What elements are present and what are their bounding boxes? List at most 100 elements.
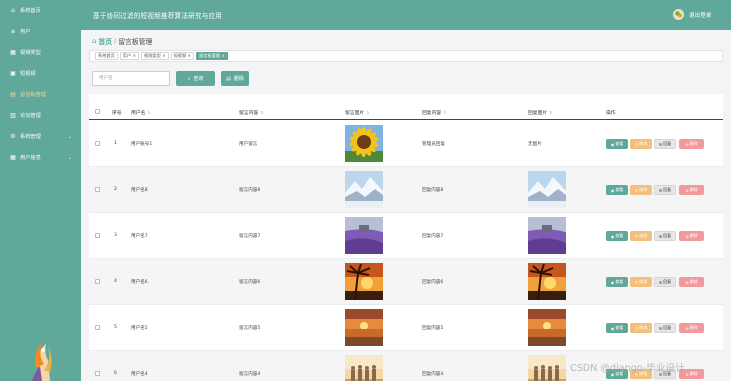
tag-tab[interactable]: 用户 × (119, 52, 139, 60)
reply-image[interactable] (528, 309, 566, 346)
home-icon: ⌂ (11, 6, 15, 14)
view-button[interactable]: ◉ 查看 (606, 277, 628, 287)
row-checkbox[interactable] (95, 371, 100, 376)
reply-icon: ✉ (658, 141, 663, 147)
reply-label: 回复 (663, 279, 672, 284)
sidebar-item[interactable]: ⌂ 系统首页 (0, 0, 81, 21)
sidebar-item[interactable]: ▤ 留言板管理 (0, 84, 81, 105)
reply-button[interactable]: ✉ 回复 (654, 277, 676, 287)
delete-button[interactable]: ⊗ 删除 (679, 323, 704, 333)
sidebar-item[interactable]: ▦ 用户信息 ⌄ (0, 147, 81, 168)
sort-icon: ⇅ (366, 110, 370, 115)
logout-link[interactable]: 退出登录 (689, 11, 711, 19)
edit-icon: ✎ (634, 141, 639, 147)
sidebar-item[interactable]: ▥ 论坛管理 (0, 105, 81, 126)
reply-image[interactable] (528, 263, 566, 300)
reply-icon: ✉ (658, 233, 663, 239)
row-username: 用户名7 (131, 234, 148, 239)
reply-label: 回复 (663, 187, 672, 192)
search-button[interactable]: ⌕ 查询 (176, 71, 215, 86)
tag-tab[interactable]: 留言板管理 × (196, 52, 228, 60)
reply-label: 回复 (663, 233, 672, 238)
delete-button[interactable]: ⊗ 删除 (679, 185, 704, 195)
view-label: 查看 (615, 141, 624, 146)
reply-image[interactable] (528, 171, 566, 208)
row-checkbox[interactable] (95, 233, 100, 238)
header-image[interactable]: 留言图片 ⇅ (345, 109, 370, 116)
edit-button[interactable]: ✎ 修改 (630, 323, 652, 333)
view-button[interactable]: ◉ 查看 (606, 323, 628, 333)
delete-icon: ▤ (226, 75, 231, 82)
view-button[interactable]: ◉ 查看 (606, 139, 628, 149)
row-content: 留言内容6 (239, 280, 261, 285)
sidebar-item-label: 用户 (20, 29, 31, 35)
sidebar-item[interactable]: ⚙ 系统管理 ⌄ (0, 126, 81, 147)
batch-delete-button[interactable]: ▤ 删除 (221, 71, 249, 86)
tab-tags-bar: 系统首页 用户 × 视频类型 × 短视频 × 留言板管理 × (89, 50, 723, 62)
edit-label: 修改 (639, 233, 648, 238)
header-reply[interactable]: 回复内容 ⇅ (422, 109, 447, 116)
view-button[interactable]: ◉ 查看 (606, 231, 628, 241)
message-image[interactable] (345, 263, 383, 300)
sidebar-item-label: 留言板管理 (20, 92, 46, 98)
batch-delete-label: 删除 (233, 76, 244, 82)
tag-label: 视频类型 (144, 53, 161, 58)
close-icon: × (219, 53, 225, 58)
sidebar-item-label: 短视频 (20, 71, 36, 77)
row-username: 用户名4 (131, 372, 148, 377)
delete-label: 删除 (689, 141, 698, 146)
delete-label: 删除 (689, 325, 698, 330)
reply-button[interactable]: ✉ 回复 (654, 231, 676, 241)
row-content: 留言内容8 (239, 188, 261, 193)
row-checkbox[interactable] (95, 325, 100, 330)
breadcrumb-separator: / (114, 37, 117, 45)
message-image[interactable] (345, 309, 383, 346)
row-checkbox[interactable] (95, 187, 100, 192)
header-reply-image[interactable]: 回复图片 ⇅ (528, 109, 553, 116)
delete-button[interactable]: ⊗ 删除 (679, 231, 704, 241)
reply-button[interactable]: ✉ 回复 (654, 185, 676, 195)
breadcrumb-home[interactable]: 首页 (98, 36, 112, 46)
sort-icon: ⇅ (443, 110, 447, 115)
table-row: 2 用户名8 留言内容8 回复内容8 ◉ 查看 ✎ 修改 ✉ 回复 ⊗ 删除 (89, 167, 723, 213)
header-content[interactable]: 留言内容 ⇅ (239, 109, 264, 116)
message-image[interactable] (345, 217, 383, 254)
delete-button[interactable]: ⊗ 删除 (679, 139, 704, 149)
sidebar-item[interactable]: ▦ 视频类型 (0, 42, 81, 63)
reply-button[interactable]: ✉ 回复 (654, 323, 676, 333)
reply-image[interactable] (528, 355, 566, 381)
row-actions: ◉ 查看 ✎ 修改 ✉ 回复 ⊗ 删除 (606, 185, 704, 195)
reply-icon: ✉ (658, 325, 663, 331)
row-checkbox[interactable] (95, 141, 100, 146)
tag-tab[interactable]: 短视频 × (170, 52, 195, 60)
tag-label: 用户 (122, 53, 132, 58)
chevron-down-icon: ⌄ (67, 154, 72, 161)
avatar[interactable] (673, 9, 684, 20)
edit-button[interactable]: ✎ 修改 (630, 231, 652, 241)
edit-button[interactable]: ✎ 修改 (630, 139, 652, 149)
delete-button[interactable]: ⊗ 删除 (679, 277, 704, 287)
reply-image[interactable] (528, 217, 566, 254)
close-icon: × (160, 53, 166, 58)
select-all-checkbox[interactable] (95, 109, 100, 114)
message-image[interactable] (345, 125, 383, 162)
sidebar: ⌂ 系统首页 ≡ 用户 ▦ 视频类型 ▣ 短视频 ▤ 留言板管理 ▥ 论坛管理 ⚙ 系统管理 ⌄ ▦ 用户信息 ⌄ (0, 0, 81, 381)
header-username[interactable]: 用户名 ⇅ (131, 109, 151, 116)
reply-button[interactable]: ✉ 回复 (654, 139, 676, 149)
view-label: 查看 (615, 187, 624, 192)
edit-button[interactable]: ✎ 修改 (630, 185, 652, 195)
search-input[interactable]: 用户名 (92, 71, 170, 86)
view-button[interactable]: ◉ 查看 (606, 185, 628, 195)
tag-tab[interactable]: 视频类型 × (141, 52, 169, 60)
sidebar-item-label: 视频类型 (20, 50, 41, 56)
message-image[interactable] (345, 171, 383, 208)
settings-icon: ⚙ (10, 132, 16, 140)
delete-label: 删除 (689, 233, 698, 238)
sidebar-item[interactable]: ≡ 用户 (0, 21, 81, 42)
row-checkbox[interactable] (95, 279, 100, 284)
message-image[interactable] (345, 355, 383, 381)
tag-tab[interactable]: 系统首页 (95, 52, 118, 60)
edit-button[interactable]: ✎ 修改 (630, 277, 652, 287)
sidebar-item[interactable]: ▣ 短视频 (0, 63, 81, 84)
sort-icon: ⇅ (260, 110, 264, 115)
